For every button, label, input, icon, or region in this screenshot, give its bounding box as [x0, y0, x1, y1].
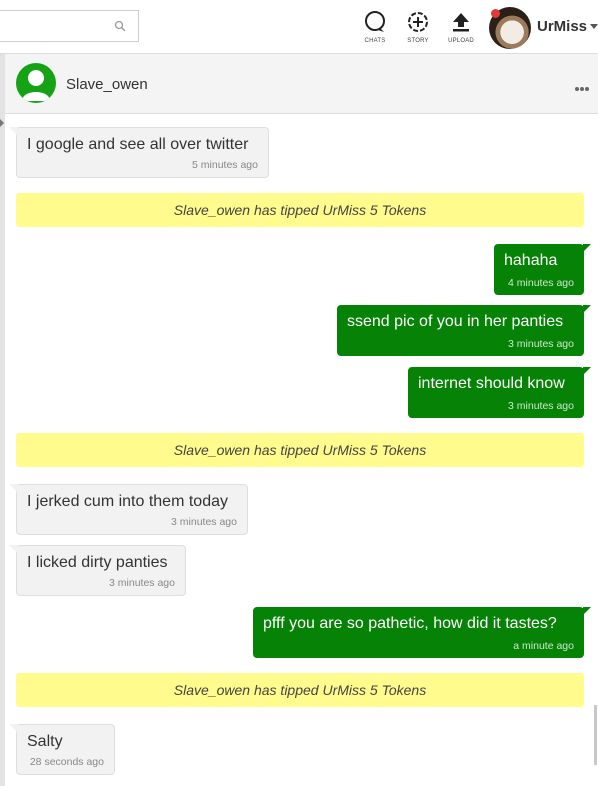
left-panel-edge — [0, 54, 5, 786]
scrollbar[interactable] — [594, 705, 597, 765]
more-options-icon[interactable] — [575, 78, 593, 91]
tip-text: Slave_owen has tipped UrMiss 5 Tokens — [173, 202, 427, 218]
chats-nav-label: CHATS — [364, 38, 386, 44]
message-outgoing: hahaha 4 minutes ago — [494, 244, 591, 295]
upload-icon — [453, 13, 469, 32]
message-text: I licked dirty panties — [27, 554, 168, 571]
message-text: I jerked cum into them today — [27, 493, 228, 510]
chat-header: Slave_owen — [5, 54, 598, 114]
add-story-icon — [408, 12, 428, 32]
message-text: I google and see all over twitter — [27, 136, 249, 153]
message-text: pfff you are so pathetic, how did it tas… — [263, 615, 557, 632]
top-bar: CHATS STORY UPLOAD UrMiss — [0, 0, 598, 54]
story-nav-label: STORY — [407, 38, 429, 44]
message-time: 4 minutes ago — [508, 277, 574, 289]
message-incoming: I jerked cum into them today 3 minutes a… — [9, 484, 248, 535]
chat-bubble-icon — [365, 11, 385, 32]
message-time: 3 minutes ago — [508, 338, 574, 350]
message-text: ssend pic of you in her panties — [347, 313, 564, 330]
chevron-down-icon[interactable] — [590, 24, 598, 29]
message-time: 3 minutes ago — [171, 516, 237, 528]
message-time: 5 minutes ago — [192, 159, 258, 171]
search-box — [0, 10, 139, 42]
message-time: 3 minutes ago — [508, 400, 574, 412]
user-name[interactable]: UrMiss — [537, 18, 587, 35]
search-icon[interactable] — [114, 20, 126, 32]
contact-avatar[interactable] — [16, 63, 56, 103]
message-outgoing: internet should know 3 minutes ago — [408, 367, 591, 418]
message-text: Salty — [27, 733, 63, 750]
message-outgoing: ssend pic of you in her panties 3 minute… — [337, 305, 591, 356]
notification-dot — [491, 9, 500, 18]
message-incoming: I google and see all over twitter 5 minu… — [9, 127, 269, 178]
upload-nav-button[interactable]: UPLOAD — [441, 10, 481, 48]
contact-name[interactable]: Slave_owen — [66, 76, 148, 93]
tip-text: Slave_owen has tipped UrMiss 5 Tokens — [173, 442, 427, 458]
message-text: internet should know — [418, 375, 565, 392]
message-outgoing: pfff you are so pathetic, how did it tas… — [253, 607, 591, 658]
message-incoming: I licked dirty panties 3 minutes ago — [9, 545, 186, 596]
tip-text: Slave_owen has tipped UrMiss 5 Tokens — [173, 682, 427, 698]
tip-notice: Slave_owen has tipped UrMiss 5 Tokens — [16, 673, 584, 707]
message-text: hahaha — [504, 252, 558, 269]
chats-nav-button[interactable]: CHATS — [355, 10, 395, 48]
search-input[interactable] — [2, 15, 106, 39]
message-time: 3 minutes ago — [109, 577, 175, 589]
message-time: 28 seconds ago — [29, 756, 104, 768]
tip-notice: Slave_owen has tipped UrMiss 5 Tokens — [16, 193, 584, 227]
tip-notice: Slave_owen has tipped UrMiss 5 Tokens — [16, 433, 584, 467]
collapse-arrow-icon[interactable] — [0, 119, 4, 127]
message-time: a minute ago — [513, 640, 574, 652]
message-incoming: Salty 28 seconds ago — [9, 724, 115, 775]
upload-nav-label: UPLOAD — [448, 38, 474, 44]
user-silhouette-icon — [22, 70, 50, 101]
story-nav-button[interactable]: STORY — [398, 10, 438, 48]
